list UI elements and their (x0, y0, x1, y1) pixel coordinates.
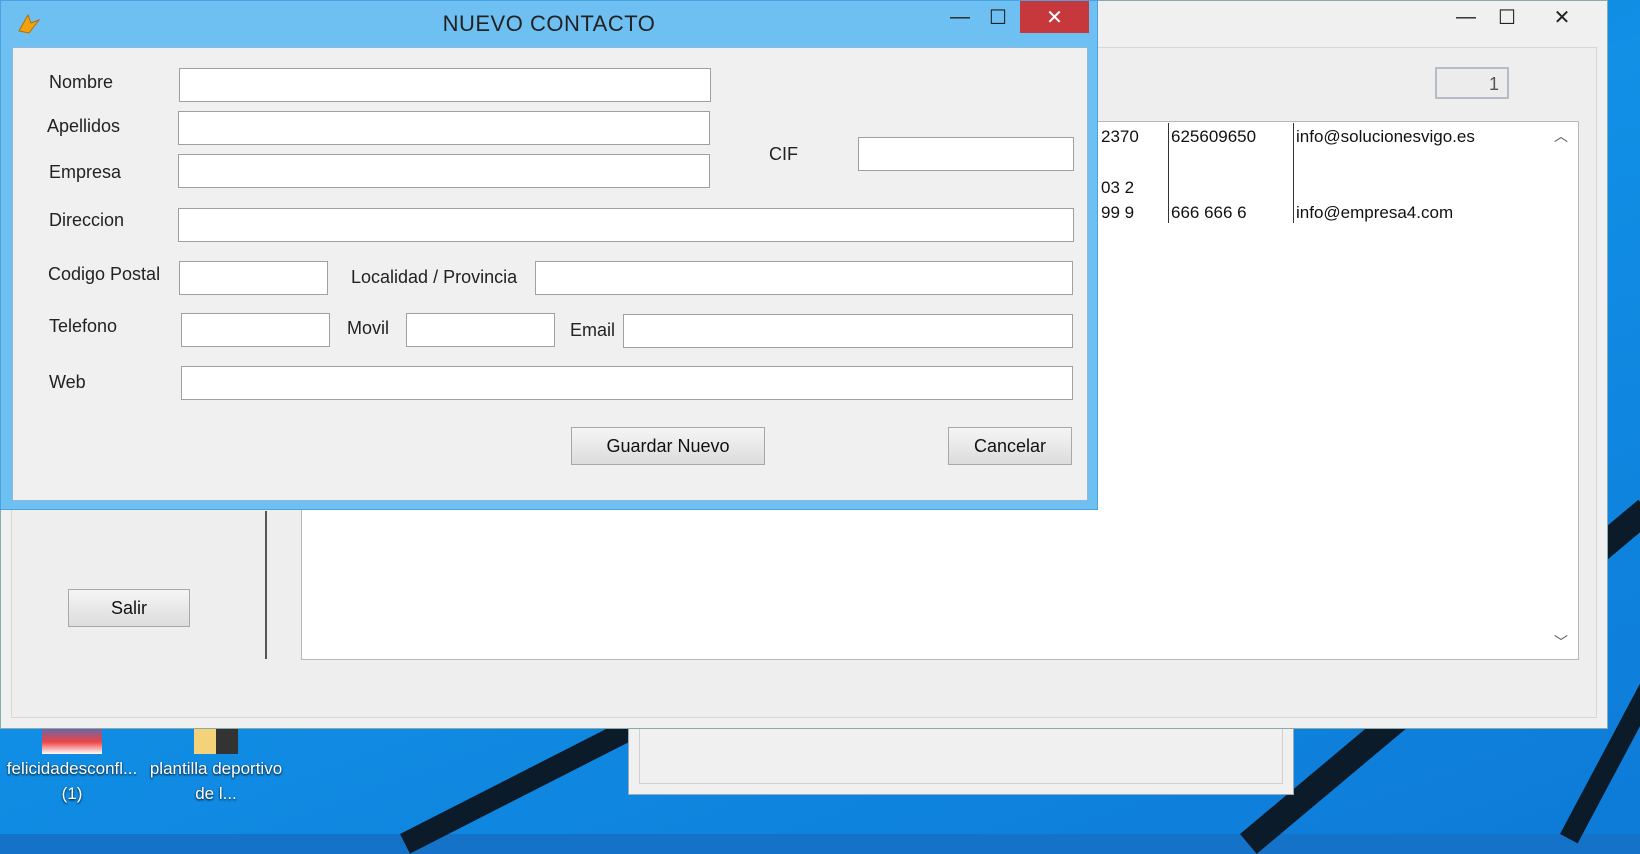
close-button[interactable]: ✕ (1527, 1, 1597, 33)
column-divider (1293, 123, 1294, 223)
table-cell: info@empresa4.com (1296, 203, 1454, 222)
background-secondary-window (628, 727, 1294, 795)
minimize-icon: — (1456, 5, 1476, 28)
table-cell: 666 666 6 (1171, 203, 1247, 222)
dialog-close-button[interactable]: ✕ (1020, 1, 1089, 33)
maximize-button[interactable]: ☐ (1484, 1, 1530, 33)
localidad-label: Localidad / Provincia (351, 267, 518, 287)
dialog-title: NUEVO CONTACTO (442, 11, 656, 36)
telefono-field[interactable] (181, 313, 330, 347)
movil-label: Movil (347, 318, 390, 338)
chevron-down-icon: ﹀ (1554, 634, 1568, 650)
salir-button[interactable]: Salir (68, 589, 190, 627)
codigo-postal-field[interactable] (179, 261, 328, 295)
scroll-up-button[interactable]: ︿ (1549, 125, 1573, 147)
apellidos-label: Apellidos (47, 116, 121, 136)
chevron-up-icon: ︿ (1554, 128, 1568, 144)
secondary-window-client (639, 728, 1283, 784)
web-label: Web (49, 372, 86, 392)
nombre-label: Nombre (49, 72, 114, 92)
empresa-label: Empresa (49, 162, 122, 182)
cancelar-button[interactable]: Cancelar (948, 427, 1072, 465)
movil-field[interactable] (406, 313, 555, 347)
nombre-field[interactable] (179, 68, 711, 102)
localidad-field[interactable] (535, 261, 1073, 295)
direccion-label: Direccion (49, 210, 125, 230)
web-field[interactable] (181, 366, 1073, 400)
minimize-icon: — (950, 5, 970, 28)
panel-divider (265, 511, 267, 659)
guardar-nuevo-button[interactable]: Guardar Nuevo (571, 427, 765, 465)
scroll-down-button[interactable]: ﹀ (1549, 631, 1573, 653)
cif-field[interactable] (858, 137, 1074, 171)
column-divider (1168, 123, 1169, 223)
telefono-label: Telefono (49, 316, 118, 336)
desktop-icon-plantilla[interactable]: plantilla deportivo de l... (146, 724, 286, 806)
table-cell: 625609650 (1171, 127, 1257, 146)
email-field[interactable] (623, 314, 1073, 348)
cif-label: CIF (769, 144, 798, 164)
maximize-icon: ☐ (989, 6, 1007, 29)
dialog-maximize-button[interactable]: ☐ (975, 1, 1021, 33)
minimize-button[interactable]: — (1443, 1, 1489, 33)
maximize-icon: ☐ (1498, 6, 1516, 29)
table-cell: info@solucionesvigo.es (1296, 127, 1475, 146)
empresa-field[interactable] (178, 154, 710, 188)
dialog-client: Nombre Apellidos Empresa CIF Direccion C… (12, 47, 1088, 501)
apellidos-field[interactable] (178, 111, 710, 145)
direccion-field[interactable] (178, 208, 1074, 242)
codigo-postal-label: Codigo Postal (48, 264, 161, 284)
desktop-icon-label: plantilla deportivo de l... (149, 759, 283, 803)
close-icon: ✕ (1553, 6, 1571, 29)
nuevo-contacto-dialog: NUEVO CONTACTO — ☐ ✕ Nombre Apellidos Em… (0, 0, 1098, 510)
close-icon: ✕ (1046, 6, 1063, 29)
record-counter-field[interactable]: 1 (1435, 67, 1509, 99)
table-cell: 03 2 (1101, 178, 1135, 197)
table-cell: 2370 (1101, 127, 1139, 146)
table-cell: 99 9 (1101, 203, 1135, 222)
desktop-icon-label: felicidadesconfl... (1) (6, 759, 138, 803)
email-label: Email (570, 320, 616, 340)
desktop-icon-felicidades[interactable]: felicidadesconfl... (1) (2, 724, 142, 806)
